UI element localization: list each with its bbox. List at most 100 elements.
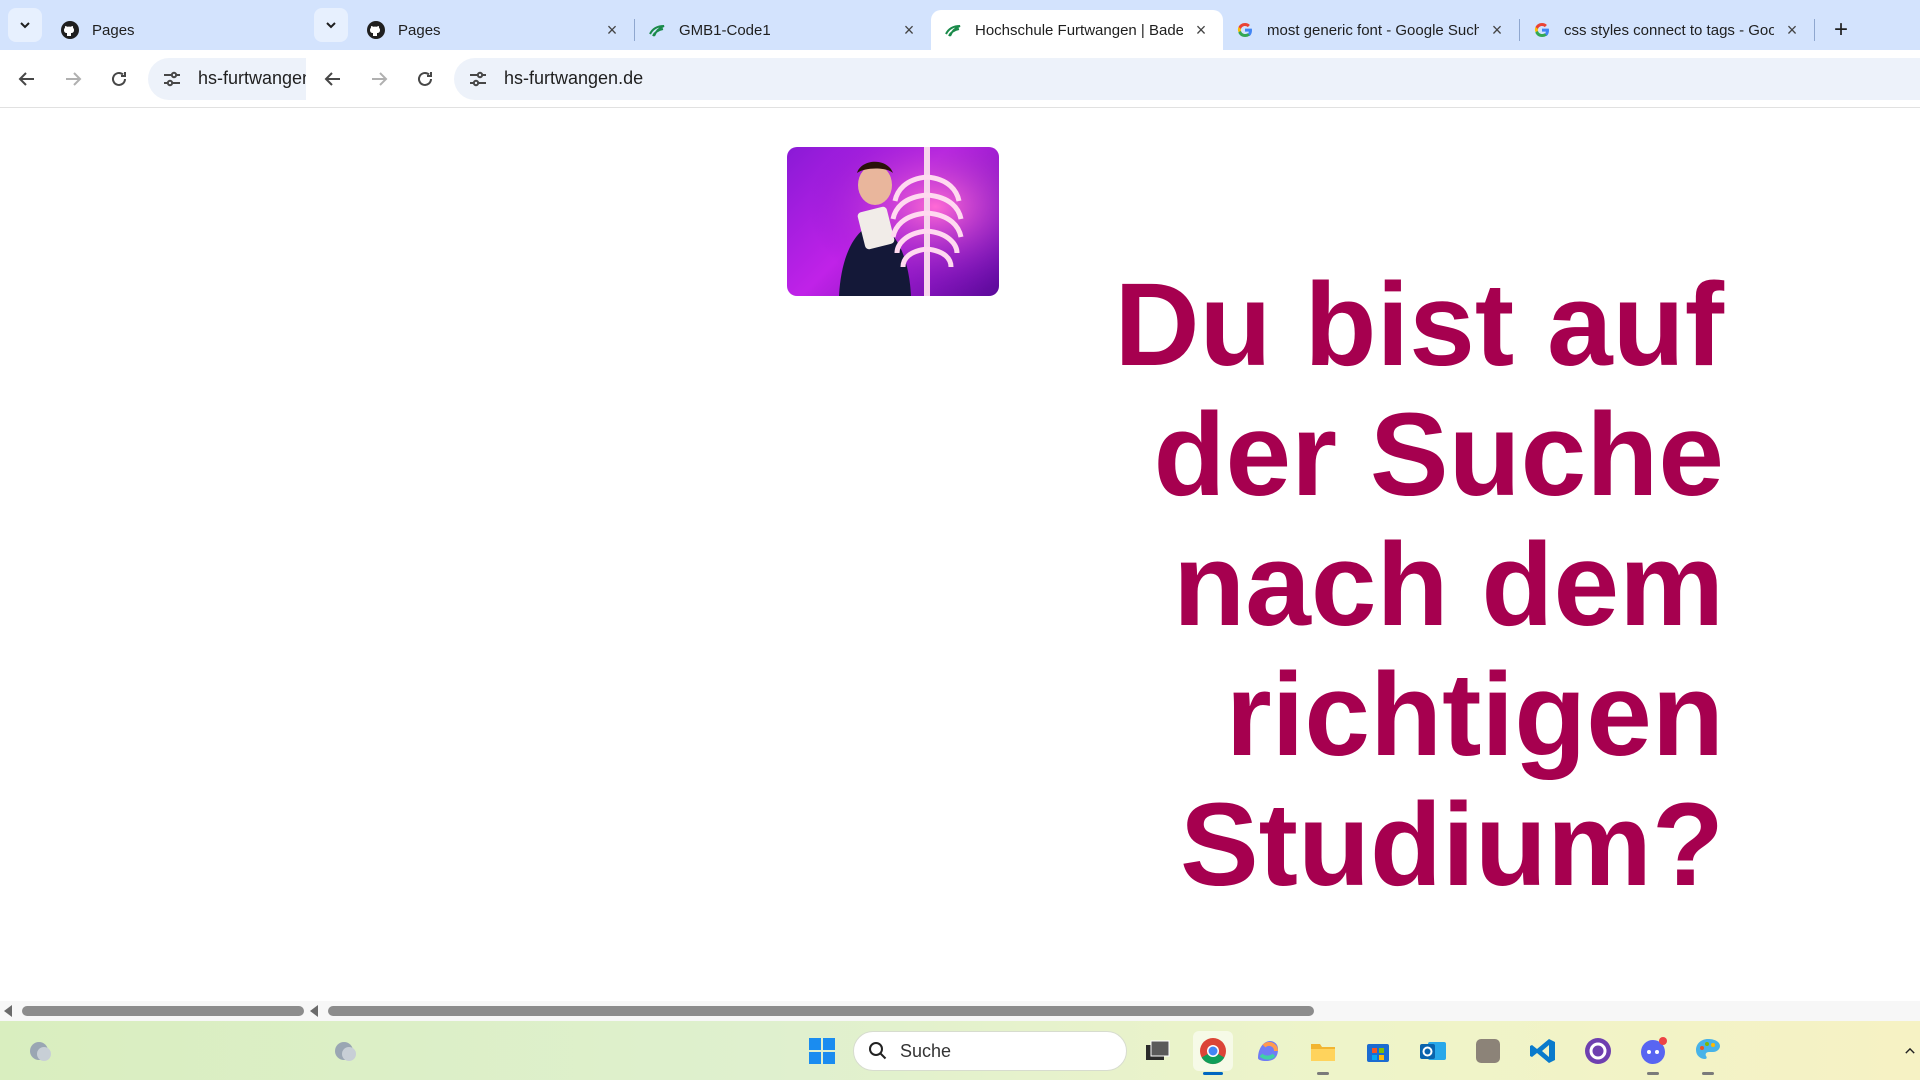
chevron-up-icon (1905, 1047, 1915, 1054)
horizontal-scrollbar-right[interactable] (306, 1001, 1920, 1021)
scroll-left-arrow-icon[interactable] (4, 1005, 12, 1017)
close-icon[interactable]: × (1487, 20, 1507, 40)
close-icon[interactable]: × (1782, 20, 1802, 40)
task-view-button[interactable] (1137, 1031, 1177, 1071)
address-bar-right[interactable]: hs-furtwangen.de (454, 57, 1920, 100)
vscode-icon (1530, 1039, 1555, 1063)
tab-pages-left[interactable]: Pages (48, 10, 278, 50)
microsoft-store-button[interactable] (1358, 1031, 1398, 1071)
tab-search-button[interactable] (314, 8, 348, 42)
site-info-icon[interactable] (466, 67, 490, 91)
github-desktop-button[interactable] (1578, 1031, 1618, 1071)
tab-separator (1814, 19, 1815, 41)
scrollbar-thumb[interactable] (22, 1006, 304, 1016)
weather-widget[interactable] (21, 1031, 61, 1071)
paint-icon (1696, 1039, 1720, 1059)
outlook-button[interactable] (1413, 1031, 1453, 1071)
taskbar-search[interactable]: Suche (853, 1031, 1127, 1071)
vscode-button[interactable] (1523, 1031, 1563, 1071)
headline-line: Du bist auf (1114, 259, 1724, 391)
running-app-indicator (1647, 1072, 1659, 1075)
tab-title: most generic font - Google Suche (1267, 21, 1479, 39)
generic-app-icon (1476, 1039, 1500, 1063)
copilot-icon (1258, 1041, 1278, 1061)
github-icon (367, 21, 385, 39)
file-explorer-button[interactable] (1303, 1031, 1343, 1075)
arrow-right-icon (66, 71, 82, 86)
github-icon (61, 21, 79, 39)
headline-line: der Suche (1153, 389, 1724, 521)
tab-google-most-generic-font[interactable]: most generic font - Google Suche × (1223, 10, 1519, 50)
reload-button[interactable] (406, 60, 444, 98)
headline-line: richtigen (1225, 649, 1724, 781)
arrow-left-icon (18, 71, 34, 86)
outlook-icon (1420, 1042, 1446, 1060)
weather-icon (335, 1042, 356, 1061)
google-icon (1534, 23, 1549, 37)
running-app-indicator (1317, 1072, 1329, 1075)
tab-title: Hochschule Furtwangen | Baden- (975, 21, 1183, 39)
chevron-down-icon (326, 22, 336, 29)
tab-gmb1-code1[interactable]: GMB1-Code1 × (635, 10, 931, 50)
chevron-down-icon (20, 22, 30, 29)
hfu-logo-icon (649, 25, 665, 37)
forward-button[interactable] (360, 60, 398, 98)
paint-button[interactable] (1688, 1031, 1728, 1075)
chrome-taskbar-button[interactable] (1193, 1031, 1233, 1075)
url-text: hs-furtwangen.de (504, 68, 644, 88)
site-info-icon[interactable] (160, 67, 184, 91)
running-app-indicator (1702, 1072, 1714, 1075)
toolbar-right: hs-furtwangen.de (306, 50, 1920, 108)
google-icon (1237, 23, 1252, 37)
weather-icon (30, 1042, 51, 1061)
headline-line: Studium? (1179, 779, 1724, 911)
back-button[interactable] (314, 60, 352, 98)
discord-icon (1641, 1037, 1667, 1064)
horizontal-scrollbar-left[interactable] (0, 1001, 306, 1021)
tab-title: Pages (398, 21, 441, 39)
generic-app-button[interactable] (1468, 1031, 1508, 1071)
discord-button[interactable] (1633, 1031, 1673, 1075)
tab-pages[interactable]: Pages × (354, 10, 634, 50)
scroll-left-arrow-icon[interactable] (310, 1005, 318, 1017)
search-icon (869, 1042, 887, 1060)
copilot-button[interactable] (1248, 1031, 1288, 1071)
taskbar-search-placeholder: Suche (900, 1040, 952, 1061)
tab-title: css styles connect to tags - Goo (1564, 21, 1774, 39)
hfu-logo-icon (945, 25, 961, 37)
back-button[interactable] (8, 60, 46, 98)
new-tab-button[interactable]: + (1825, 14, 1857, 46)
tab-google-css-styles[interactable]: css styles connect to tags - Goo × (1520, 10, 1814, 50)
hero-headline: Du bist auf der Suche nach dem richtigen… (924, 260, 1724, 910)
scrollbar-thumb[interactable] (328, 1006, 1314, 1016)
arrow-right-icon (372, 71, 388, 86)
forward-button[interactable] (54, 60, 92, 98)
plus-icon: + (1833, 16, 1848, 43)
store-icon (1367, 1044, 1389, 1062)
tab-strip-right: Pages × GMB1-Code1 × Hochschule Furtwang… (306, 0, 1920, 50)
close-icon[interactable]: × (899, 20, 919, 40)
start-button[interactable] (802, 1031, 842, 1071)
reload-button[interactable] (100, 60, 138, 98)
show-hidden-icons-button[interactable] (1900, 1031, 1920, 1071)
toolbar-left: hs-furtwangen (0, 50, 306, 108)
chrome-icon (1200, 1038, 1226, 1065)
address-bar-left[interactable]: hs-furtwangen (148, 57, 306, 100)
arrow-left-icon (324, 71, 340, 86)
weather-widget[interactable] (326, 1031, 366, 1071)
github-desktop-icon (1585, 1038, 1611, 1064)
tab-strip-left: Pages (0, 0, 306, 50)
tab-search-button[interactable] (8, 8, 42, 42)
close-icon[interactable]: × (602, 20, 622, 40)
close-icon[interactable]: × (1191, 20, 1211, 40)
taskbar: Suche (0, 1021, 1920, 1080)
reload-icon (112, 71, 126, 86)
tab-hochschule-furtwangen[interactable]: Hochschule Furtwangen | Baden- × (931, 10, 1223, 50)
url-text: hs-furtwangen (198, 68, 306, 88)
tab-title: GMB1-Code1 (679, 21, 771, 39)
windows-start-icon (809, 1038, 835, 1064)
active-app-indicator (1203, 1072, 1223, 1075)
file-explorer-icon (1311, 1044, 1335, 1061)
headline-line: nach dem (1173, 519, 1724, 651)
reload-icon (418, 71, 432, 86)
